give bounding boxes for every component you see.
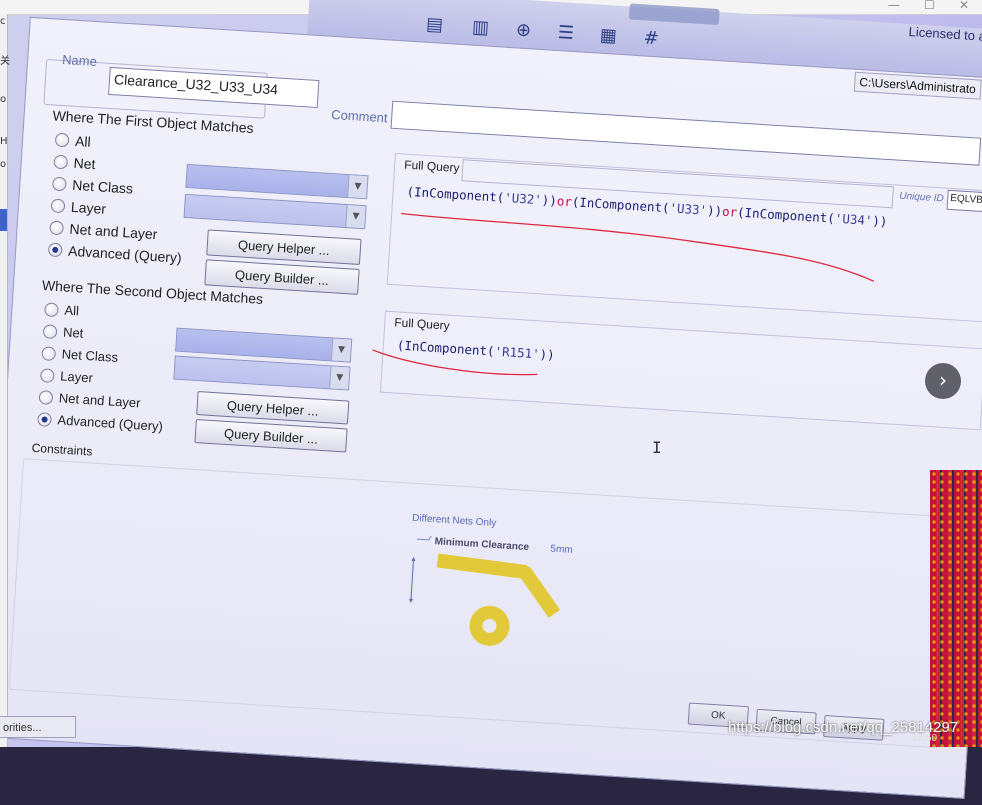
clearance-diagram: Different Nets Only Minimum Clearance 5m… (400, 509, 670, 695)
radio-label: Net Class (61, 346, 119, 365)
host-left-char: 关 (0, 56, 10, 67)
radio-label: Net (62, 324, 84, 341)
radio-label: Net and Layer (69, 220, 158, 243)
first-radio-all[interactable]: All (54, 132, 92, 150)
stack-icon[interactable]: ▥ (471, 17, 489, 39)
radio-button[interactable] (53, 154, 69, 170)
name-label: Name (61, 51, 98, 70)
pcb-board-edge (930, 470, 982, 747)
radio-button-selected[interactable] (47, 242, 63, 258)
second-radio-advanced[interactable]: Advanced (Query) (37, 411, 163, 434)
priorities-taskbar-item[interactable]: orities... (0, 716, 76, 738)
clearance-graphic (409, 535, 561, 646)
radio-label: Net and Layer (58, 390, 141, 411)
next-image-button[interactable]: › (925, 363, 961, 399)
second-radio-layer[interactable]: Layer (39, 367, 94, 386)
radio-button[interactable] (51, 176, 67, 192)
license-banner: Licensed to abacfaq. Not signed i (908, 23, 982, 51)
radio-button[interactable] (42, 323, 58, 339)
second-query-builder-button[interactable]: Query Builder ... (194, 418, 348, 453)
radio-button-selected[interactable] (37, 411, 53, 427)
layers-icon[interactable]: ▤ (425, 14, 443, 36)
first-radio-net-and-layer[interactable]: Net and Layer (49, 219, 158, 242)
radio-label: Layer (70, 198, 107, 217)
radio-button[interactable] (39, 367, 55, 383)
radio-button[interactable] (38, 389, 54, 405)
host-left-char: o (0, 159, 7, 170)
host-left-char: H (0, 136, 8, 147)
second-radio-net[interactable]: Net (42, 323, 84, 341)
radio-button[interactable] (50, 198, 66, 214)
first-net-dropdown[interactable]: ▼ (185, 163, 369, 200)
host-left-strip: c 关 o H o (0, 14, 10, 747)
chevron-down-icon[interactable]: ▼ (345, 205, 366, 229)
radio-button[interactable] (44, 301, 59, 317)
minimize-icon[interactable]: — (888, 0, 900, 12)
radio-label: All (64, 302, 80, 319)
first-radio-layer[interactable]: Layer (50, 197, 107, 217)
unique-id-input[interactable]: EQLVBIWQ (946, 189, 982, 214)
second-radio-net-class[interactable]: Net Class (41, 345, 118, 365)
first-query-helper-button[interactable]: Query Helper ... (206, 229, 362, 265)
comment-label: Comment (330, 106, 389, 126)
first-net-class-dropdown[interactable]: ▼ (183, 193, 367, 230)
host-selection-marker (0, 209, 7, 231)
text-cursor-icon: I (652, 438, 662, 457)
path-label: C:\Users\Administrato (853, 71, 982, 100)
binoculars-icon[interactable]: ⊕ (515, 19, 531, 41)
grid-icon[interactable]: ▦ (599, 25, 617, 47)
taskbar-clock: 16:50 (912, 733, 938, 744)
radio-label: Layer (59, 368, 94, 386)
host-left-char: c (0, 16, 6, 27)
first-radio-net[interactable]: Net (53, 154, 97, 173)
maximize-icon[interactable]: ☐ (924, 0, 935, 12)
chevron-down-icon[interactable]: ▼ (329, 366, 350, 390)
radio-button[interactable] (49, 220, 65, 236)
pcb-dots (930, 470, 982, 747)
constraints-label: Constraints (31, 440, 93, 459)
radio-label: All (74, 132, 92, 150)
radio-label: Advanced (Query) (67, 242, 183, 266)
monitor-screen: ▤ ▥ ⊕ ☰ ▦ # Licensed to abacfaq. Not sig… (0, 0, 982, 800)
radio-button[interactable] (41, 345, 57, 361)
second-radio-net-and-layer[interactable]: Net and Layer (38, 389, 141, 411)
chevron-down-icon[interactable]: ▼ (347, 175, 368, 199)
radio-label: Net (73, 154, 97, 173)
hash-grid-icon[interactable]: # (643, 27, 659, 49)
rule-editor-dialog: Name Clearance_U32_U33_U34 Comment C:\Us… (0, 16, 982, 800)
radio-label: Advanced (Query) (57, 412, 164, 434)
radio-button[interactable] (54, 132, 70, 148)
comment-input[interactable] (390, 100, 982, 166)
chevron-down-icon[interactable]: ▼ (330, 338, 352, 362)
first-radio-net-class[interactable]: Net Class (51, 176, 134, 197)
second-radio-all[interactable]: All (44, 301, 79, 318)
first-radio-advanced[interactable]: Advanced (Query) (47, 241, 183, 266)
host-left-char: o (0, 94, 7, 105)
radio-label: Net Class (71, 176, 134, 197)
align-icon[interactable]: ☰ (557, 22, 574, 44)
close-icon[interactable]: ✕ (959, 0, 969, 12)
